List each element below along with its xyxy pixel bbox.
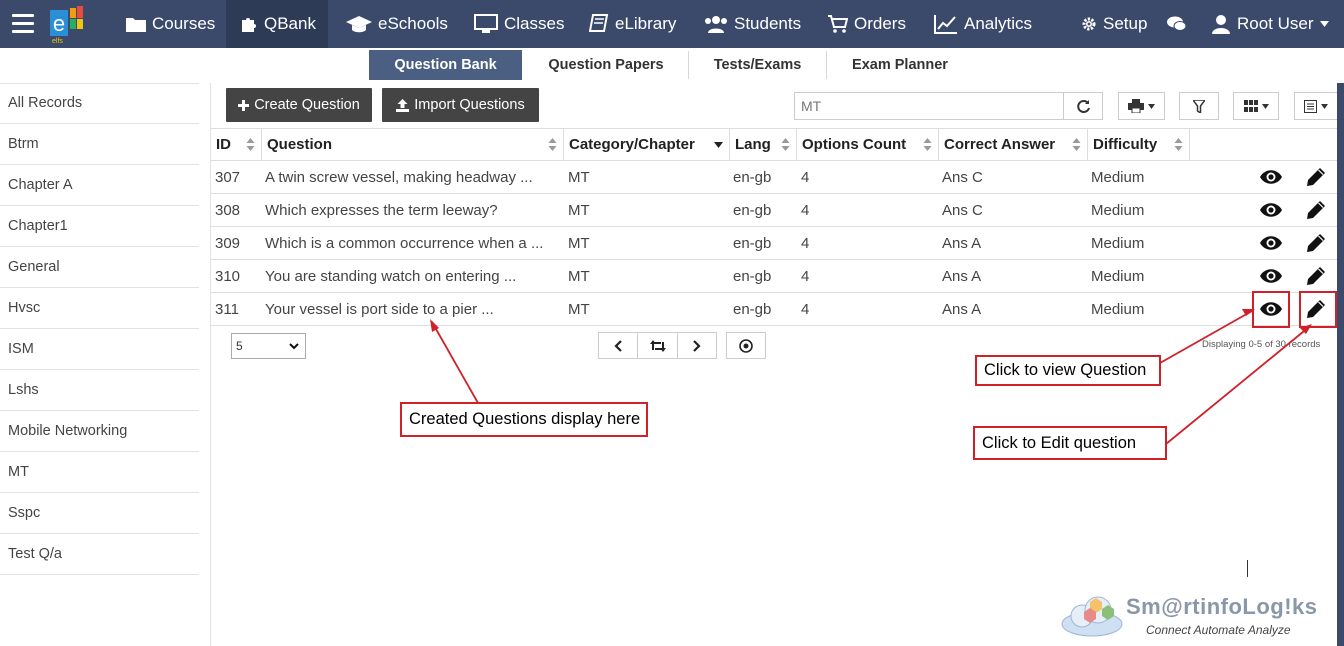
created-questions-callout: Created Questions display here	[400, 402, 648, 437]
cloud-logo-icon	[1061, 596, 1123, 637]
annotation-arrows	[430, 309, 1312, 445]
edit-question-callout: Click to Edit question	[973, 426, 1167, 460]
brand-watermark: Sm@rtinfoLog!ks Connect Automate Analyze	[1060, 590, 1330, 642]
view-question-callout: Click to view Question	[975, 355, 1161, 386]
brand-name: Sm@rtinfoLog!ks	[1126, 594, 1318, 619]
app-root: e elfs Courses QBank eSchools Classes eL…	[0, 0, 1344, 646]
text-cursor	[1247, 560, 1248, 577]
brand-tagline: Connect Automate Analyze	[1146, 623, 1291, 637]
scrollbar-strip[interactable]	[1337, 83, 1344, 646]
